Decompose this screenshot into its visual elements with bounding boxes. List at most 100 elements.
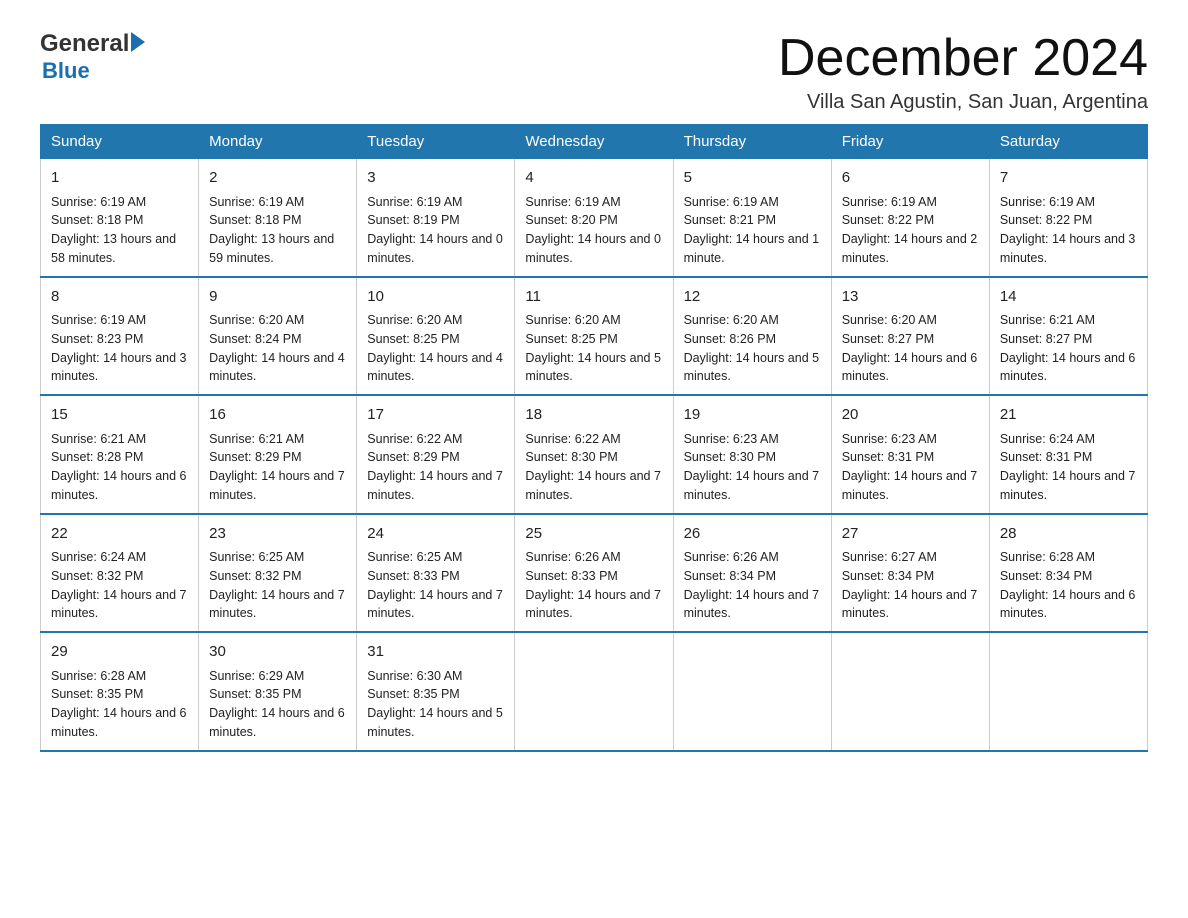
- table-row: 14Sunrise: 6:21 AMSunset: 8:27 PMDayligh…: [989, 277, 1147, 396]
- sunset-label: Sunset: 8:33 PM: [367, 569, 459, 583]
- day-number: 14: [1000, 286, 1137, 309]
- calendar-week-row: 22Sunrise: 6:24 AMSunset: 8:32 PMDayligh…: [41, 514, 1148, 633]
- sunrise-label: Sunrise: 6:23 AM: [684, 432, 779, 446]
- table-row: 9Sunrise: 6:20 AMSunset: 8:24 PMDaylight…: [199, 277, 357, 396]
- calendar-week-row: 8Sunrise: 6:19 AMSunset: 8:23 PMDaylight…: [41, 277, 1148, 396]
- sunset-label: Sunset: 8:26 PM: [684, 332, 776, 346]
- daylight-label: Daylight: 14 hours and 7 minutes.: [209, 469, 345, 502]
- table-row: 2Sunrise: 6:19 AMSunset: 8:18 PMDaylight…: [199, 159, 357, 277]
- sunset-label: Sunset: 8:31 PM: [842, 450, 934, 464]
- header-wednesday: Wednesday: [515, 125, 673, 159]
- day-number: 5: [684, 167, 821, 190]
- header-monday: Monday: [199, 125, 357, 159]
- title-section: December 2024 Villa San Agustin, San Jua…: [778, 30, 1148, 114]
- sunset-label: Sunset: 8:34 PM: [684, 569, 776, 583]
- calendar-week-row: 1 Sunrise: 6:19 AM Sunset: 8:18 PM Daylight…: [41, 159, 1148, 277]
- table-row: [831, 632, 989, 751]
- daylight-label: Daylight: 14 hours and 6 minutes.: [842, 351, 978, 384]
- daylight-label: Daylight: 14 hours and 5 minutes.: [525, 351, 661, 384]
- sunset-label: Sunset: 8:22 PM: [1000, 213, 1092, 227]
- sunrise-label: Sunrise: 6:28 AM: [1000, 550, 1095, 564]
- sunset-label: Sunset: 8:28 PM: [51, 450, 143, 464]
- day-number: 1: [51, 167, 188, 190]
- header-thursday: Thursday: [673, 125, 831, 159]
- table-row: 17Sunrise: 6:22 AMSunset: 8:29 PMDayligh…: [357, 395, 515, 514]
- table-row: 20Sunrise: 6:23 AMSunset: 8:31 PMDayligh…: [831, 395, 989, 514]
- sunset-label: Sunset: 8:27 PM: [1000, 332, 1092, 346]
- table-row: 16Sunrise: 6:21 AMSunset: 8:29 PMDayligh…: [199, 395, 357, 514]
- logo-triangle-icon: [131, 32, 145, 52]
- table-row: 30Sunrise: 6:29 AMSunset: 8:35 PMDayligh…: [199, 632, 357, 751]
- sunset-label: Sunset: 8:18 PM: [51, 213, 143, 227]
- sunrise-label: Sunrise: 6:20 AM: [684, 313, 779, 327]
- table-row: [673, 632, 831, 751]
- sunrise-label: Sunrise: 6:19 AM: [1000, 195, 1095, 209]
- sunset-label: Sunset: 8:21 PM: [684, 213, 776, 227]
- table-row: 26Sunrise: 6:26 AMSunset: 8:34 PMDayligh…: [673, 514, 831, 633]
- sunrise-label: Sunrise: 6:23 AM: [842, 432, 937, 446]
- table-row: 3Sunrise: 6:19 AMSunset: 8:19 PMDaylight…: [357, 159, 515, 277]
- sunset-label: Sunset: 8:19 PM: [367, 213, 459, 227]
- sunset-label: Sunset: 8:25 PM: [525, 332, 617, 346]
- sunset-label: Sunset: 8:18 PM: [209, 213, 301, 227]
- sunrise-label: Sunrise: 6:25 AM: [367, 550, 462, 564]
- table-row: 27Sunrise: 6:27 AMSunset: 8:34 PMDayligh…: [831, 514, 989, 633]
- sunrise-label: Sunrise: 6:19 AM: [367, 195, 462, 209]
- logo: General Blue: [40, 30, 145, 84]
- day-number: 10: [367, 286, 504, 309]
- day-number: 6: [842, 167, 979, 190]
- table-row: 28Sunrise: 6:28 AMSunset: 8:34 PMDayligh…: [989, 514, 1147, 633]
- daylight-label: Daylight: 14 hours and 6 minutes.: [51, 706, 187, 739]
- day-number: 20: [842, 404, 979, 427]
- table-row: [989, 632, 1147, 751]
- daylight-label: Daylight: 14 hours and 7 minutes.: [367, 588, 503, 621]
- sunrise-label: Sunrise: 6:19 AM: [684, 195, 779, 209]
- table-row: 19Sunrise: 6:23 AMSunset: 8:30 PMDayligh…: [673, 395, 831, 514]
- daylight-label: Daylight: 14 hours and 3 minutes.: [1000, 232, 1136, 265]
- daylight-label: Daylight: 14 hours and 6 minutes.: [1000, 588, 1136, 621]
- day-number: 27: [842, 523, 979, 546]
- day-number: 8: [51, 286, 188, 309]
- month-title: December 2024: [778, 30, 1148, 87]
- sunrise-label: Sunrise: 6:22 AM: [367, 432, 462, 446]
- sunset-label: Sunset: 8:29 PM: [209, 450, 301, 464]
- sunrise-label: Sunrise: 6:20 AM: [842, 313, 937, 327]
- day-number: 11: [525, 286, 662, 309]
- table-row: 29Sunrise: 6:28 AMSunset: 8:35 PMDayligh…: [41, 632, 199, 751]
- table-row: 25Sunrise: 6:26 AMSunset: 8:33 PMDayligh…: [515, 514, 673, 633]
- sunrise-label: Sunrise: 6:21 AM: [51, 432, 146, 446]
- daylight-label: Daylight: 14 hours and 7 minutes.: [1000, 469, 1136, 502]
- page-header: General Blue December 2024 Villa San Agu…: [40, 30, 1148, 114]
- daylight-label: Daylight: 14 hours and 7 minutes.: [684, 469, 820, 502]
- daylight-label: Daylight: 14 hours and 0 minutes.: [367, 232, 503, 265]
- sunrise-label: Sunrise: 6:19 AM: [51, 195, 146, 209]
- daylight-label: Daylight: 14 hours and 3 minutes.: [51, 351, 187, 384]
- calendar-week-row: 29Sunrise: 6:28 AMSunset: 8:35 PMDayligh…: [41, 632, 1148, 751]
- day-number: 18: [525, 404, 662, 427]
- sunrise-label: Sunrise: 6:25 AM: [209, 550, 304, 564]
- daylight-label: Daylight: 14 hours and 7 minutes.: [525, 588, 661, 621]
- daylight-label: Daylight: 14 hours and 4 minutes.: [367, 351, 503, 384]
- day-number: 30: [209, 641, 346, 664]
- day-number: 31: [367, 641, 504, 664]
- daylight-label: Daylight: 14 hours and 0 minutes.: [525, 232, 661, 265]
- day-number: 24: [367, 523, 504, 546]
- sunrise-label: Sunrise: 6:19 AM: [842, 195, 937, 209]
- sunset-label: Sunset: 8:34 PM: [1000, 569, 1092, 583]
- daylight-label: Daylight: 14 hours and 7 minutes.: [684, 588, 820, 621]
- daylight-label: Daylight: 13 hours and 59 minutes.: [209, 232, 334, 265]
- calendar-table: Sunday Monday Tuesday Wednesday Thursday…: [40, 124, 1148, 752]
- daylight-label: Daylight: 14 hours and 2 minutes.: [842, 232, 978, 265]
- header-tuesday: Tuesday: [357, 125, 515, 159]
- sunset-label: Sunset: 8:35 PM: [367, 687, 459, 701]
- day-number: 19: [684, 404, 821, 427]
- sunset-label: Sunset: 8:34 PM: [842, 569, 934, 583]
- calendar-week-row: 15Sunrise: 6:21 AMSunset: 8:28 PMDayligh…: [41, 395, 1148, 514]
- sunset-label: Sunset: 8:20 PM: [525, 213, 617, 227]
- daylight-label: Daylight: 14 hours and 7 minutes.: [51, 588, 187, 621]
- day-number: 26: [684, 523, 821, 546]
- table-row: 24 Sunrise: 6:25 AM Sunset: 8:33 PM Dayligh…: [357, 514, 515, 633]
- calendar-header-row: Sunday Monday Tuesday Wednesday Thursday…: [41, 125, 1148, 159]
- sunrise-label: Sunrise: 6:26 AM: [525, 550, 620, 564]
- sunrise-label: Sunrise: 6:27 AM: [842, 550, 937, 564]
